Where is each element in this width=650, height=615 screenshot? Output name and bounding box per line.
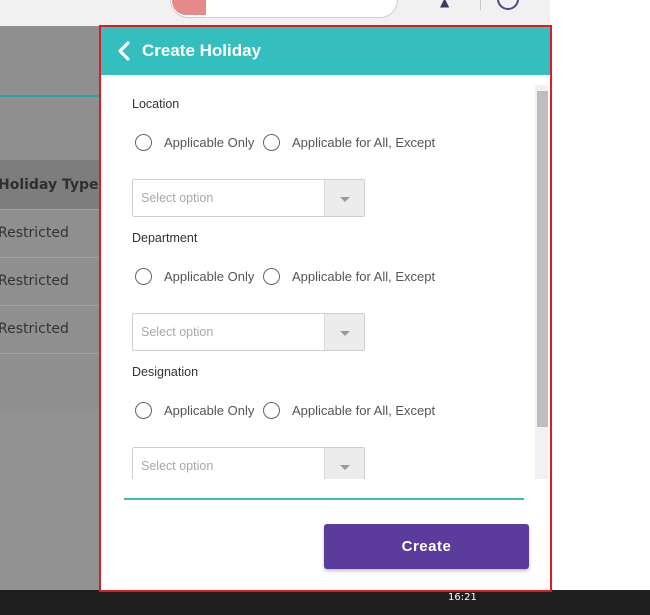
department-applicable-all-except-radio[interactable] xyxy=(263,268,280,285)
background-separator xyxy=(480,0,481,10)
location-select-placeholder: Select option xyxy=(141,191,214,205)
location-applicable-only-radio[interactable] xyxy=(135,134,152,151)
location-select-toggle[interactable] xyxy=(324,180,364,216)
taskbar xyxy=(0,590,650,615)
chevron-down-icon xyxy=(340,197,350,202)
department-applicable-only-label: Applicable Only xyxy=(164,269,255,284)
modal-header: Create Holiday xyxy=(101,27,550,75)
background-row-divider xyxy=(0,257,100,258)
designation-select[interactable]: Select option xyxy=(132,447,365,479)
modal-title: Create Holiday xyxy=(142,41,262,60)
taskbar-clock: 16:21 xyxy=(448,592,477,603)
create-holiday-modal: Create Holiday Location Applicable Only … xyxy=(99,25,552,592)
designation-applicable-all-except-label: Applicable for All, Except xyxy=(292,403,436,418)
background-table-cell: Restricted xyxy=(0,273,69,289)
designation-applicable-only-label: Applicable Only xyxy=(164,403,255,418)
chevron-down-icon xyxy=(340,331,350,336)
department-select-toggle[interactable] xyxy=(324,314,364,350)
location-applicable-all-except-label: Applicable for All, Except xyxy=(292,135,436,150)
background-row-divider xyxy=(0,209,100,210)
background-table-header-label: Holiday Type xyxy=(0,177,99,193)
designation-label: Designation xyxy=(132,365,199,379)
department-applicable-all-except-label: Applicable for All, Except xyxy=(292,269,436,284)
background-row-divider xyxy=(0,353,100,354)
chevron-down-icon xyxy=(340,465,350,470)
department-label: Department xyxy=(132,231,198,245)
location-applicable-all-except-radio[interactable] xyxy=(263,134,280,151)
scrollbar-thumb[interactable] xyxy=(537,91,548,427)
department-select-placeholder: Select option xyxy=(141,325,214,339)
background-table-cell: Restricted xyxy=(0,321,69,337)
location-applicable-only-label: Applicable Only xyxy=(164,135,255,150)
designation-select-toggle[interactable] xyxy=(324,448,364,479)
designation-applicable-only-radio[interactable] xyxy=(135,402,152,419)
location-select[interactable]: Select option xyxy=(132,179,365,217)
background-table-cell: Restricted xyxy=(0,225,69,241)
create-button[interactable]: Create xyxy=(324,524,529,569)
location-label: Location xyxy=(132,97,180,111)
designation-applicable-all-except-radio[interactable] xyxy=(263,402,280,419)
background-tab-underline xyxy=(0,95,100,97)
footer-divider xyxy=(124,498,524,500)
bell-icon: ▲ xyxy=(440,0,450,9)
department-select[interactable]: Select option xyxy=(132,313,365,351)
designation-select-placeholder: Select option xyxy=(141,459,214,473)
department-applicable-only-radio[interactable] xyxy=(135,268,152,285)
chevron-left-icon[interactable] xyxy=(115,41,135,61)
modal-body: Location Applicable Only Applicable for … xyxy=(101,75,550,479)
background-row-divider xyxy=(0,305,100,306)
